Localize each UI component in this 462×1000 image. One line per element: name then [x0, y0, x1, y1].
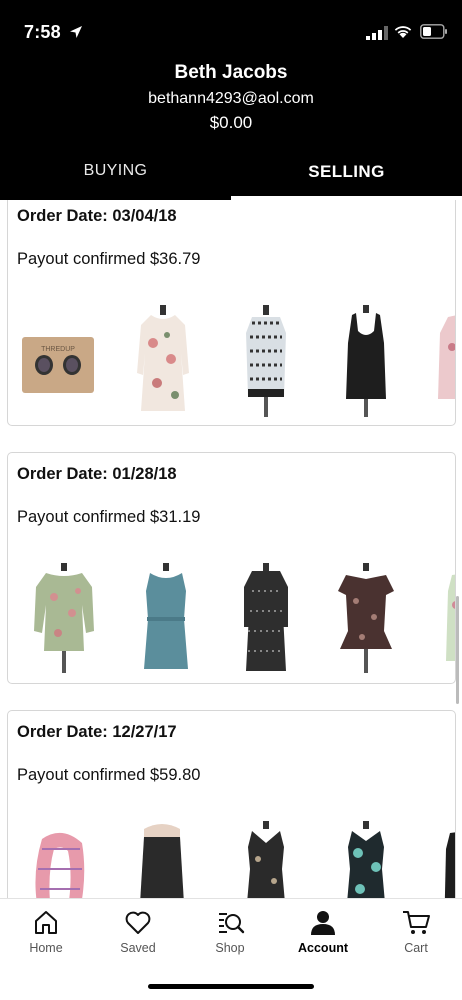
black-floral-dress-image [247, 821, 285, 898]
user-name: Beth Jacobs [174, 62, 288, 83]
nav-cart[interactable]: Cart [370, 907, 462, 963]
teal-floral-dress-image [347, 821, 385, 898]
nav-cart-label: Cart [404, 941, 428, 955]
home-indicator [148, 984, 314, 989]
battery-icon [420, 24, 447, 39]
user-balance: $0.00 [209, 113, 253, 132]
teal-dress-image [144, 563, 188, 669]
item-black-floral-dress[interactable] [226, 819, 306, 898]
nav-shop[interactable]: Shop [184, 907, 276, 963]
item-earrings[interactable]: THREDUP [20, 303, 100, 421]
tab-selling[interactable]: SELLING [231, 162, 462, 182]
black-print-dress-image [244, 563, 288, 671]
status-bar: 7:58 [0, 0, 462, 62]
item-floral-dress[interactable] [123, 303, 203, 421]
tab-buying[interactable]: BUYING [0, 162, 231, 180]
black-skirt-image [140, 824, 184, 898]
user-email: bethann4293@aol.com [148, 90, 314, 107]
order-card[interactable]: Order Date: 03/04/18 Payout confirmed $3… [7, 200, 456, 426]
item-pink-floral-top[interactable] [426, 303, 455, 421]
earrings-image: THREDUP [22, 337, 94, 393]
item-black-tank-top[interactable] [326, 303, 406, 421]
item-print-top[interactable] [226, 303, 306, 421]
floral-item-image [446, 574, 455, 661]
order-items[interactable] [8, 819, 455, 898]
wifi-icon [394, 26, 412, 38]
order-date: Order Date: 12/27/17 [17, 723, 177, 741]
scrollbar[interactable] [456, 596, 459, 704]
nav-account-label: Account [298, 941, 348, 955]
earrings-card-text: THREDUP [41, 346, 75, 353]
home-icon [35, 911, 57, 934]
pink-scarf-image [35, 833, 85, 898]
floral-dress-image [137, 305, 189, 411]
order-payout: Payout confirmed $59.80 [17, 766, 201, 784]
item-pink-scarf[interactable] [22, 819, 102, 898]
orders-list[interactable]: Order Date: 03/04/18 Payout confirmed $3… [0, 200, 462, 898]
brown-ruffle-top-image [338, 563, 394, 673]
order-items[interactable] [8, 561, 455, 679]
nav-saved-label: Saved [120, 941, 156, 955]
item-floral-item[interactable] [426, 561, 455, 679]
nav-shop-label: Shop [215, 941, 245, 955]
order-items[interactable]: THREDUP [8, 303, 455, 421]
shop-search-icon [219, 913, 245, 934]
order-payout: Payout confirmed $31.19 [17, 508, 201, 526]
order-date: Order Date: 01/28/18 [17, 465, 177, 483]
heart-icon [125, 911, 151, 934]
order-card[interactable]: Order Date: 01/28/18 Payout confirmed $3… [7, 452, 456, 684]
green-floral-blouse-image [34, 563, 94, 673]
nav-home-label: Home [29, 941, 63, 955]
cellular-signal-icon [366, 26, 388, 40]
account-header: 7:58 Beth Jacobs bethann4293@aol.com $0.… [0, 0, 462, 200]
order-date: Order Date: 03/04/18 [17, 207, 177, 225]
item-green-floral-blouse[interactable] [24, 561, 104, 679]
item-black-top[interactable] [426, 819, 455, 898]
nav-account[interactable]: Account [277, 907, 369, 963]
nav-home[interactable]: Home [0, 907, 92, 963]
black-tank-top-image [346, 305, 386, 417]
nav-saved[interactable]: Saved [92, 907, 184, 963]
account-icon [311, 911, 335, 935]
order-payout: Payout confirmed $36.79 [17, 250, 201, 268]
status-time: 7:58 [24, 22, 61, 42]
location-arrow-icon [70, 26, 82, 38]
item-black-print-dress[interactable] [226, 561, 306, 679]
print-top-image [246, 305, 286, 417]
item-teal-floral-dress[interactable] [326, 819, 406, 898]
order-card[interactable]: Order Date: 12/27/17 Payout confirmed $5… [7, 710, 456, 898]
black-top-image [444, 832, 455, 898]
pink-floral-top-image [438, 315, 455, 399]
item-brown-ruffle-top[interactable] [326, 561, 406, 679]
cart-icon [403, 911, 430, 934]
item-black-skirt[interactable] [122, 819, 202, 898]
item-teal-dress[interactable] [126, 561, 206, 679]
